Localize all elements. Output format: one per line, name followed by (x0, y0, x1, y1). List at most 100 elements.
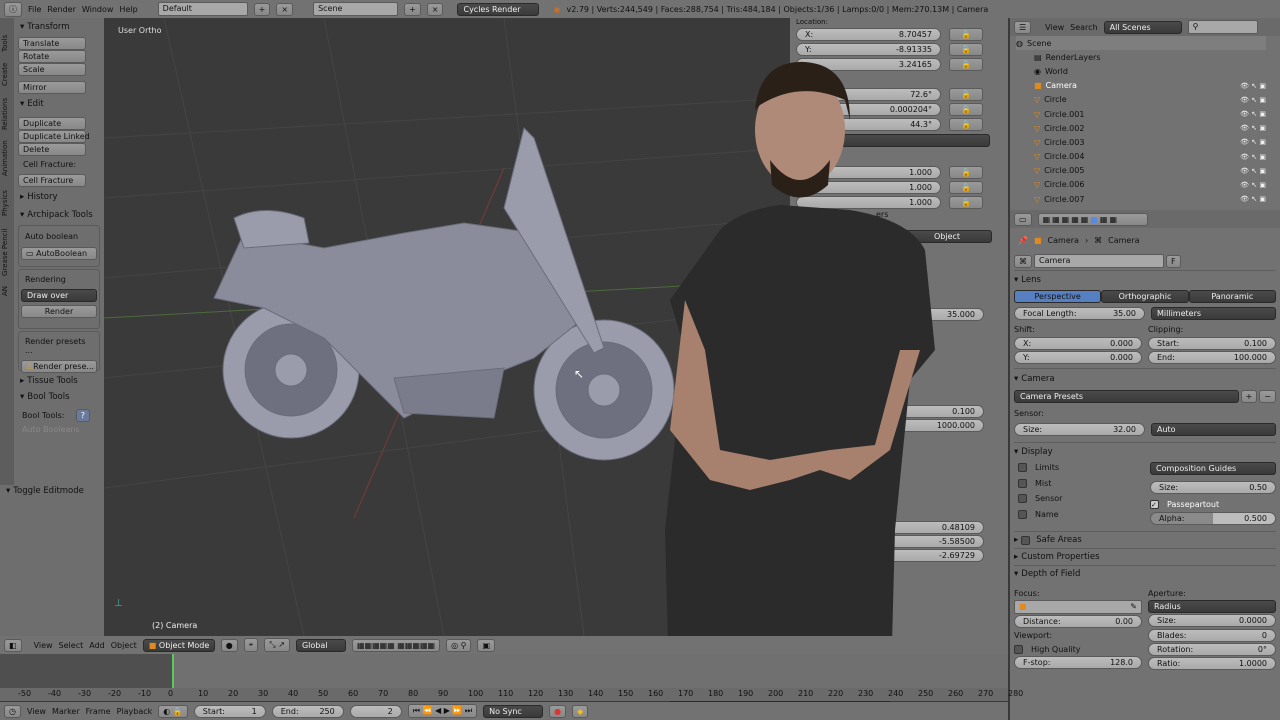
autoboolean-button[interactable]: ▭ AutoBoolean (21, 247, 97, 260)
frame-menu[interactable]: Frame (86, 707, 111, 716)
outliner-search-menu[interactable]: Search (1070, 23, 1097, 32)
camera-name-input[interactable]: Camera (1034, 254, 1164, 268)
lock-icon[interactable]: 🔒 (949, 165, 983, 179)
clip-start-field[interactable]: Start: 0.100 (1148, 336, 1276, 350)
delete-button[interactable]: Delete (18, 143, 86, 156)
sensor-checkbox[interactable]: Sensor (1018, 491, 1144, 507)
outliner-item-world[interactable]: ◉ World (1016, 64, 1266, 78)
fake-user-button[interactable]: F (1166, 254, 1181, 268)
manipulator-button[interactable]: ⤡ ↗ (264, 638, 290, 652)
outliner-item[interactable]: ▽ Circle.002 👁 ↖ ▣ (1016, 121, 1266, 135)
aperture-size-field[interactable]: Size: 0.0000 (1148, 614, 1276, 627)
lock-icon[interactable]: 🔒 (949, 117, 983, 131)
draw-over-select[interactable]: Draw over (21, 289, 97, 302)
safe-areas-header[interactable]: ▸ Safe Areas (1014, 531, 1276, 548)
tab-create[interactable]: Create (1, 52, 9, 86)
toggle-editmode-header[interactable]: ▾ Toggle Editmode (0, 485, 104, 497)
datablock-browse-button[interactable]: ⌘ (1014, 254, 1032, 268)
menu-render[interactable]: Render (47, 5, 75, 14)
editor-type-button[interactable]: ◧ (4, 638, 22, 652)
current-frame-indicator[interactable] (172, 654, 174, 688)
fstop-field[interactable]: F-stop: 128.0 (1014, 656, 1142, 669)
outliner-item[interactable]: ▽ Circle.005 👁 ↖ ▣ (1016, 164, 1266, 178)
shading-button[interactable]: ● (220, 638, 238, 652)
start-frame-field[interactable]: Start: 1 (193, 704, 266, 718)
history-header[interactable]: ▸ History (14, 187, 104, 207)
current-frame-field[interactable]: 2 (349, 704, 402, 718)
sensor-fit-select[interactable]: Auto (1151, 422, 1276, 436)
add-layout-button[interactable]: + (253, 2, 271, 16)
passepartout-alpha-slider[interactable]: Alpha: 0.500 (1150, 512, 1276, 525)
render-button[interactable]: Render (21, 305, 97, 318)
perspective-tab[interactable]: Perspective (1014, 289, 1102, 303)
sync-select[interactable]: No Sync (483, 704, 544, 718)
display-header[interactable]: ▾ Display (1014, 442, 1276, 460)
outliner-view-menu[interactable]: View (1045, 23, 1064, 32)
outliner-item-scene[interactable]: ◍ Scene (1016, 36, 1266, 51)
lock-icon[interactable]: 🔒 (949, 57, 983, 71)
lock-icon[interactable]: 🔒 (949, 87, 983, 101)
menu-file[interactable]: File (28, 5, 41, 14)
clip-end-field[interactable]: End: 100.000 (1148, 350, 1276, 364)
editor-type-button[interactable]: ◷ (4, 704, 21, 718)
help-button[interactable]: ? (75, 408, 90, 422)
menu-help[interactable]: Help (119, 5, 137, 14)
add-preset-button[interactable]: + (1240, 389, 1258, 403)
passepartout-checkbox[interactable]: ✓ Passepartout (1150, 497, 1276, 511)
tab-tools[interactable]: Tools (1, 22, 9, 52)
playback-controls[interactable]: ⏮ ⏪ ◀ ▶ ⏩ ⏭ (407, 704, 478, 718)
outliner-item[interactable]: ▽ Circle 👁 ↖ ▣ (1016, 93, 1266, 107)
panoramic-tab[interactable]: Panoramic (1188, 289, 1276, 303)
view-menu[interactable]: View (34, 641, 53, 650)
lock-icon[interactable]: 🔒 (949, 195, 983, 209)
bool-tools-header[interactable]: ▾ Bool Tools (14, 389, 104, 405)
outliner-search-input[interactable]: ⚲ (1187, 20, 1258, 34)
high-quality-checkbox[interactable]: High Quality (1014, 642, 1142, 656)
tab-physics[interactable]: Physics (1, 176, 9, 216)
guide-size-field[interactable]: Size: 0.50 (1150, 481, 1276, 494)
aperture-type-select[interactable]: Radius (1148, 600, 1276, 613)
name-checkbox[interactable]: Name (1018, 507, 1144, 523)
lock-icon[interactable]: 🔒 (949, 27, 983, 41)
tab-relations[interactable]: Relations (1, 86, 9, 130)
sensor-size-field[interactable]: Size: 32.00 (1014, 422, 1145, 436)
custom-properties-header[interactable]: ▸ Custom Properties (1014, 548, 1276, 565)
shift-y-field[interactable]: Y: 0.000 (1014, 350, 1142, 364)
render-preview-button[interactable]: ▣ (477, 638, 496, 652)
outliner-editor-button[interactable]: ☰ (1014, 20, 1032, 34)
marker-menu[interactable]: Marker (52, 707, 80, 716)
orthographic-tab[interactable]: Orthographic (1101, 289, 1189, 303)
composition-guides-select[interactable]: Composition Guides (1150, 462, 1276, 475)
duplicate-button[interactable]: Duplicate (18, 117, 86, 130)
shift-x-field[interactable]: X: 0.000 (1014, 336, 1142, 350)
timeline-area[interactable] (0, 654, 1008, 688)
editor-type-button[interactable]: ⓘ (4, 1, 22, 17)
archipack-header[interactable]: ▾ Archipack Tools (14, 207, 104, 223)
orientation-select[interactable]: Global (295, 638, 346, 652)
select-menu[interactable]: Select (59, 641, 84, 650)
eyedropper-icon[interactable]: ✎ (1130, 602, 1137, 612)
location-x-field[interactable]: X: 8.70457 (796, 27, 941, 41)
ratio-field[interactable]: Ratio: 1.0000 (1148, 657, 1276, 670)
scenes-select[interactable]: All Scenes (1103, 20, 1182, 34)
tab-an[interactable]: AN (1, 276, 9, 296)
close-layout-button[interactable]: × (276, 2, 294, 16)
scene-field[interactable]: Scene (313, 2, 399, 16)
camera-header[interactable]: ▾ Camera (1014, 368, 1276, 388)
mist-checkbox[interactable]: Mist (1018, 476, 1144, 492)
focus-object-field[interactable]: ■ ✎ (1014, 600, 1142, 614)
lens-header[interactable]: ▾ Lens (1014, 270, 1276, 288)
close-scene-button[interactable]: × (426, 2, 444, 16)
outliner-item[interactable]: ▽ Circle.004 👁 ↖ ▣ (1016, 150, 1266, 164)
render-presets-button[interactable]: ⚠Render prese... (21, 360, 97, 373)
outliner-item[interactable]: ▽ Circle.006 👁 ↖ ▣ (1016, 178, 1266, 192)
transform-header[interactable]: ▾ Transform (14, 20, 104, 34)
outliner-item-camera[interactable]: ■ Camera 👁 ↖ ▣ (1016, 79, 1266, 93)
scale-button[interactable]: Scale (18, 63, 86, 76)
translate-button[interactable]: Translate (18, 37, 86, 50)
focal-length-field[interactable]: Focal Length: 35.00 (1014, 306, 1145, 320)
tissue-tools-header[interactable]: ▸ Tissue Tools (14, 373, 104, 389)
depth-of-field-header[interactable]: ▾ Depth of Field (1014, 565, 1276, 582)
remove-preset-button[interactable]: − (1259, 389, 1276, 403)
rotate-button[interactable]: Rotate (18, 50, 86, 63)
